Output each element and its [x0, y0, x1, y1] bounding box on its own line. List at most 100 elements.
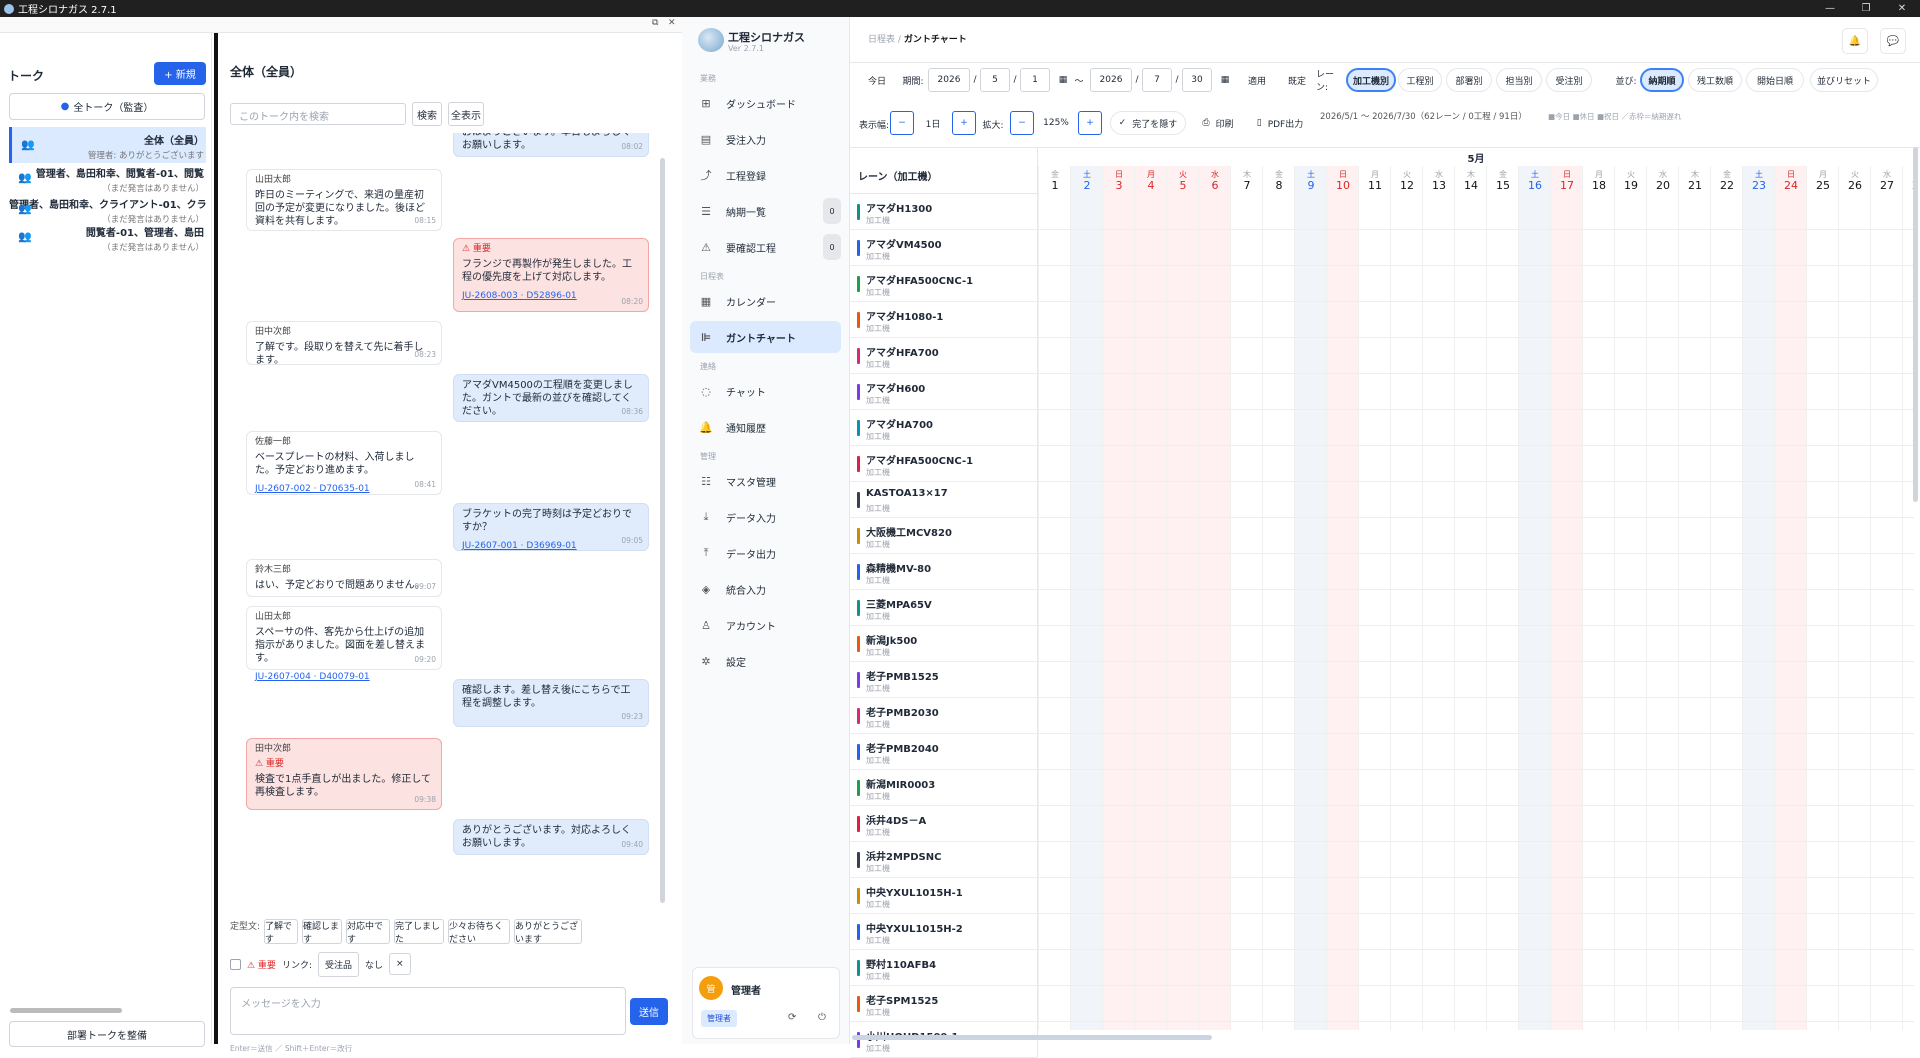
logout-icon[interactable]: ⏻ [818, 1012, 826, 1023]
lane-option[interactable]: 担当別 [1496, 68, 1542, 92]
close-window-button[interactable]: ✕ [1884, 0, 1920, 17]
sort-option[interactable]: 並びリセット [1810, 68, 1878, 92]
zoom-in-button[interactable]: + [1078, 111, 1102, 135]
minimize-button[interactable]: — [1812, 0, 1848, 17]
gantt-horizontal-scrollbar[interactable] [852, 1035, 1212, 1040]
lane-row[interactable]: KASTOA13×17 加工機 [850, 482, 1038, 518]
zoom-out-button[interactable]: − [1010, 111, 1034, 135]
bell-icon[interactable]: 🔔 [1842, 28, 1868, 54]
lane-row[interactable]: 森精機MV-80 加工機 [850, 554, 1038, 590]
send-button[interactable]: 送信 [630, 998, 668, 1025]
lane-row[interactable]: 老子SPM1525 加工機 [850, 986, 1038, 1022]
lane-row[interactable]: 三菱MPA65V 加工機 [850, 590, 1038, 626]
lane-option[interactable]: 工程別 [1398, 68, 1442, 92]
avatar[interactable]: 管 [699, 976, 723, 1000]
nav-item[interactable]: ⊫ ガントチャート [690, 321, 841, 353]
pdf-button[interactable]: ▯ PDF出力 [1248, 111, 1312, 135]
lane-row[interactable]: アマダH600 加工機 [850, 374, 1038, 410]
template-button[interactable]: 確認します [302, 919, 342, 945]
lane-row[interactable]: 浜井2MPDSNC 加工機 [850, 842, 1038, 878]
hide-done-toggle[interactable]: ✓ 完了を隠す [1110, 111, 1186, 135]
search-button[interactable]: 検索 [412, 102, 442, 126]
breadcrumb-parent[interactable]: 日程表 [868, 35, 895, 45]
nav-item[interactable]: ▤ 受注入力 [690, 123, 841, 155]
sort-option[interactable]: 納期順 [1640, 68, 1684, 92]
lane-row[interactable]: アマダHFA500CNC-1 加工機 [850, 446, 1038, 482]
lane-option[interactable]: 部署別 [1446, 68, 1492, 92]
talk-item[interactable]: 👥 閲覧者-01、管理者、島田 （まだ発言はありません） [9, 219, 206, 255]
lane-row[interactable]: 大阪機工MCV820 加工機 [850, 518, 1038, 554]
template-button[interactable]: 少々お待ちください [448, 919, 510, 945]
nav-item[interactable]: ⤓ データ入力 [690, 501, 841, 533]
lane-row[interactable]: 浜井4DS－A 加工機 [850, 806, 1038, 842]
message-link[interactable]: JU-2607-001 · D36969-01 [462, 540, 640, 553]
lane-row[interactable]: アマダHFA700 加工機 [850, 338, 1038, 374]
new-talk-button[interactable]: + 新規 [154, 62, 206, 85]
lane-row[interactable]: 中央YXUL1015H-2 加工機 [850, 914, 1038, 950]
lane-row[interactable]: アマダHFA500CNC-1 加工機 [850, 266, 1038, 302]
nav-item[interactable]: ☰ 納期一覧 0 [690, 195, 841, 227]
nav-item[interactable]: ☷ マスタ管理 [690, 465, 841, 497]
lane-row[interactable]: アマダH1080-1 加工機 [850, 302, 1038, 338]
template-button[interactable]: 了解です [264, 919, 298, 945]
gantt-grid[interactable]: 5月 金 1 土 2 日 3 月 4 火 5 水 6 木 7 金 8 土 9 日 10 月 11 火 12 水 13 木 14 金 15 土… [1038, 148, 1914, 1030]
sort-option[interactable]: 残工数順 [1688, 68, 1742, 92]
all-talk-button[interactable]: ● 全トーク（監査） [9, 93, 205, 120]
talk-item[interactable]: 👥 全体（全員） 管理者: ありがとうございます [9, 127, 206, 163]
to-month-input[interactable]: 7 [1142, 68, 1172, 92]
width-increase-button[interactable]: + [952, 111, 976, 135]
template-button[interactable]: 完了しました [394, 919, 444, 945]
lane-row[interactable]: アマダHA700 加工機 [850, 410, 1038, 446]
nav-item[interactable]: ✲ 設定 [690, 645, 841, 677]
calendar-icon[interactable]: ▦ [1218, 68, 1232, 92]
lane-row[interactable]: アマダVM4500 加工機 [850, 230, 1038, 266]
nav-item[interactable]: ⤒ データ出力 [690, 537, 841, 569]
maximize-button[interactable]: ❐ [1848, 0, 1884, 17]
width-decrease-button[interactable]: − [890, 111, 914, 135]
lane-row[interactable]: 中央YXUL1015H-1 加工機 [850, 878, 1038, 914]
nav-item[interactable]: ▦ カレンダー [690, 285, 841, 317]
to-day-input[interactable]: 30 [1182, 68, 1212, 92]
talk-search-input[interactable]: このトーク内を検索 [230, 103, 406, 125]
nav-item[interactable]: 🔔 通知履歴 [690, 411, 841, 443]
nav-item[interactable]: ⊞ ダッシュボード [690, 87, 841, 119]
link-type-select[interactable]: 受注品 [317, 951, 359, 977]
refresh-icon[interactable]: ⟳ [788, 1012, 796, 1023]
clear-link-button[interactable]: × [389, 953, 411, 975]
lane-row[interactable]: 小川HOHD1500-1加工機 [850, 1022, 1038, 1058]
to-year-input[interactable]: 2026 [1090, 68, 1132, 92]
template-button[interactable]: ありがとうございます [514, 919, 582, 945]
message-input[interactable]: メッセージを入力 [230, 987, 626, 1035]
default-button[interactable]: 既定 [1282, 68, 1312, 92]
from-day-input[interactable]: 1 [1020, 68, 1050, 92]
gantt-vertical-scrollbar[interactable] [1913, 147, 1918, 502]
nav-item[interactable]: ◌ チャット [690, 375, 841, 407]
popout-icon[interactable]: ⧉ [652, 18, 658, 28]
message-link[interactable]: JU-2608-003 · D52896-01 [462, 290, 640, 303]
from-month-input[interactable]: 5 [980, 68, 1010, 92]
nav-item[interactable]: ◈ 統合入力 [690, 573, 841, 605]
lane-option[interactable]: 受注別 [1546, 68, 1592, 92]
lane-row[interactable]: 新潟Jk500 加工機 [850, 626, 1038, 662]
organize-talk-button[interactable]: 部署トークを整備 [9, 1021, 205, 1047]
apply-button[interactable]: 適用 [1242, 68, 1272, 92]
calendar-icon[interactable]: ▦ [1056, 68, 1070, 92]
chat-icon[interactable]: 💬 [1880, 28, 1906, 54]
lane-row[interactable]: 老子PMB2030 加工機 [850, 698, 1038, 734]
template-button[interactable]: 対応中です [346, 919, 390, 945]
lane-option[interactable]: 加工機別 [1346, 68, 1396, 92]
lane-row[interactable]: 新潟MIR0003 加工機 [850, 770, 1038, 806]
talk-list-scrollbar[interactable] [10, 1008, 122, 1013]
today-button[interactable]: 今日 [864, 68, 890, 92]
lane-row[interactable]: アマダH1300 加工機 [850, 194, 1038, 230]
lane-row[interactable]: 老子PMB1525 加工機 [850, 662, 1038, 698]
lane-row[interactable]: 老子PMB2040 加工機 [850, 734, 1038, 770]
nav-item[interactable]: ♙ アカウント [690, 609, 841, 641]
print-button[interactable]: ⎙ 印刷 [1194, 111, 1242, 135]
important-checkbox[interactable] [230, 958, 241, 970]
nav-item[interactable]: ⚠ 要確認工程 0 [690, 231, 841, 263]
message-link[interactable]: JU-2607-004 · D40079-01 [255, 671, 433, 684]
sort-option[interactable]: 開始日順 [1746, 68, 1804, 92]
from-year-input[interactable]: 2026 [928, 68, 970, 92]
messages-scrollbar[interactable] [660, 158, 665, 903]
